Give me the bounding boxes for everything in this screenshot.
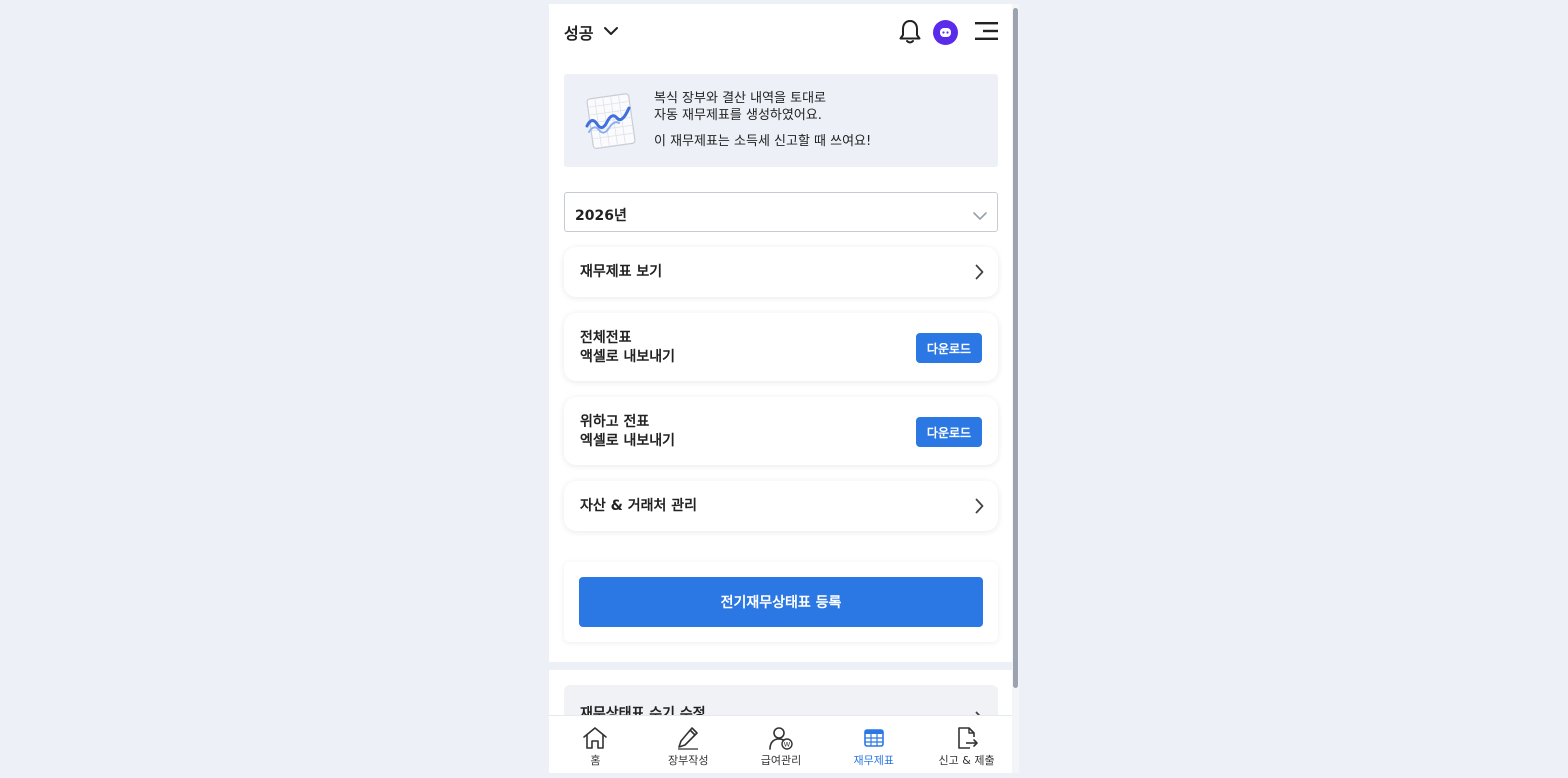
section-divider [549,662,1013,670]
chevron-right-icon [975,264,984,284]
banner-text: 복식 장부와 결산 내역을 토대로 자동 재무제표를 생성하였어요. 이 재무제… [654,90,871,150]
top-header: 성공 [549,4,1013,60]
hamburger-menu-icon[interactable] [975,21,999,45]
tab-financial-statements[interactable]: 재무제표 [827,716,920,773]
tab-bookkeeping[interactable]: 장부작성 [642,716,735,773]
card-title-line-2: 엑셀로 내보내기 [580,433,676,449]
all-vouchers-export-card: 전체전표 액셀로 내보내기 다운로드 [564,313,998,381]
view-financial-statements-card[interactable]: 재무제표 보기 [564,247,998,297]
card-title-line-1: 위하고 전표 [580,414,650,430]
download-button[interactable]: 다운로드 [916,333,982,363]
card-title: 재무제표 보기 [580,264,663,280]
pencil-icon [675,726,701,754]
wihago-vouchers-export-card: 위하고 전표 엑셀로 내보내기 다운로드 [564,397,998,465]
tab-payroll[interactable]: W 급여관리 [735,716,828,773]
home-icon [582,726,608,754]
file-export-icon [954,726,980,754]
table-icon [861,726,887,754]
card-title-line-2: 액셀로 내보내기 [580,349,676,365]
card-title: 전체전표 액셀로 내보내기 [580,329,675,367]
payroll-user-icon: W [768,726,794,754]
banner-line-1: 복식 장부와 결산 내역을 토대로 [654,91,827,106]
app-frame: 성공 복식 장부와 결산 내역을 토대로 자동 재무제표를 생성하였어요. 이 … [549,4,1019,773]
tab-label: 신고 & 제출 [938,754,995,767]
bottom-tab-bar: 홈 장부작성 W 급여관리 재무제표 신고 & 제출 [549,715,1013,773]
svg-text:W: W [784,741,791,749]
tab-label: 급여관리 [760,754,802,767]
bell-icon[interactable] [898,19,922,49]
register-section: 전기재무상태표 등록 [564,562,998,642]
banner-line-2: 자동 재무제표를 생성하였어요. [654,108,822,123]
chart-illustration-icon [584,92,640,154]
chevron-down-icon[interactable] [604,22,618,41]
business-name[interactable]: 성공 [564,20,593,44]
tab-home[interactable]: 홈 [549,716,642,773]
year-select-value: 2026년 [575,208,627,224]
card-title-line-1: 전체전표 [580,330,632,346]
year-select[interactable]: 2026년 [564,192,998,232]
tab-label: 홈 [590,754,601,767]
download-button[interactable]: 다운로드 [916,417,982,447]
avatar[interactable] [933,20,958,45]
tab-label: 재무제표 [853,754,895,767]
tab-filing-submission[interactable]: 신고 & 제출 [920,716,1013,773]
chevron-down-icon [973,206,987,225]
card-title: 자산 & 거래처 관리 [580,498,697,514]
scrollbar[interactable] [1012,4,1019,773]
banner-line-3: 이 재무제표는 소득세 신고할 때 쓰여요! [654,134,872,149]
page-content: 성공 복식 장부와 결산 내역을 토대로 자동 재무제표를 생성하였어요. 이 … [549,4,1013,773]
scrollbar-thumb[interactable] [1013,8,1018,688]
assets-partners-card[interactable]: 자산 & 거래처 관리 [564,481,998,531]
chevron-right-icon [975,498,984,518]
register-prior-balance-sheet-button[interactable]: 전기재무상태표 등록 [579,577,983,627]
card-title: 위하고 전표 엑셀로 내보내기 [580,413,675,451]
tab-label: 장부작성 [667,754,709,767]
info-banner: 복식 장부와 결산 내역을 토대로 자동 재무제표를 생성하였어요. 이 재무제… [564,74,998,167]
